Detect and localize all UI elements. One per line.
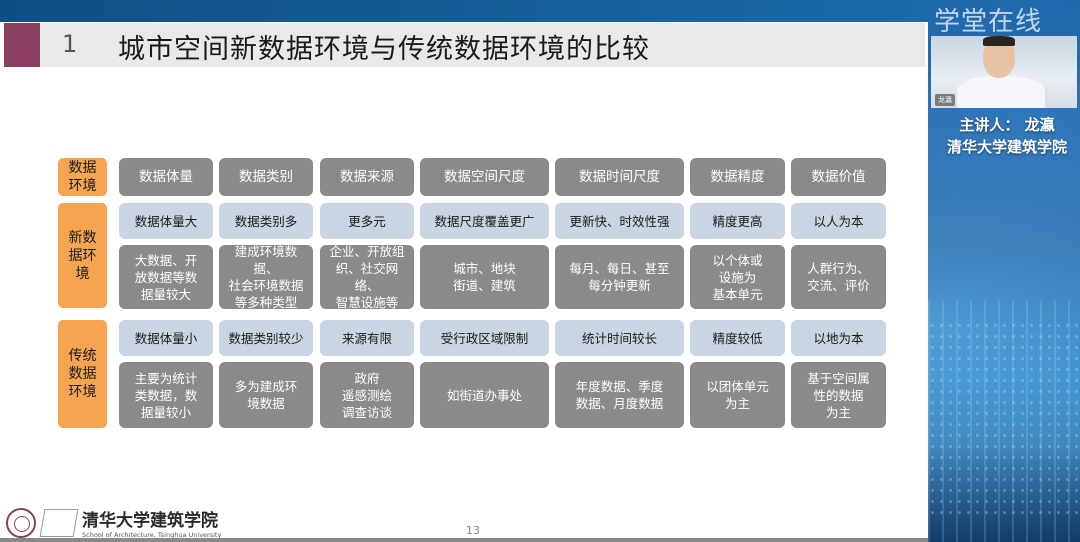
slide: 1 城市空间新数据环境与传统数据环境的比较 清华大学建筑学院 School of… <box>0 0 928 542</box>
row-label-traditional-environment: 传统 数据 环境 <box>58 320 107 428</box>
traditional-detail-cell: 年度数据、季度 数据、月度数据 <box>555 362 684 428</box>
header-cell: 数据类别 <box>219 158 313 196</box>
traditional-detail-cell: 多为建成环 境数据 <box>219 362 313 428</box>
school-name: 清华大学建筑学院 School of Architecture, Tsinghu… <box>82 506 221 539</box>
header-cell: 数据时间尺度 <box>555 158 684 196</box>
header-cell: 数据价值 <box>791 158 886 196</box>
tsinghua-seal-icon <box>6 507 36 538</box>
slide-title: 城市空间新数据环境与传统数据环境的比较 <box>118 34 650 65</box>
header-cell: 数据精度 <box>690 158 785 196</box>
architecture-cube-icon <box>39 508 79 537</box>
speaker-body <box>957 76 1045 108</box>
new-detail-cell: 企业、开放组 织、社交网络、 智慧设施等 <box>320 244 414 310</box>
header-cell: 数据来源 <box>320 158 414 196</box>
webcam-feed: 龙瀛 <box>931 36 1077 108</box>
new-summary-cell: 数据体量大 <box>119 203 213 239</box>
traditional-detail-cell: 基于空间属 性的数据 为主 <box>791 362 886 428</box>
traditional-summary-cell: 数据类别较少 <box>219 320 313 356</box>
traditional-summary-cell: 以地为本 <box>791 320 886 356</box>
logo-text: 学堂在线 <box>934 6 1043 37</box>
lecturer-name: 主讲人： 龙瀛 <box>959 116 1055 134</box>
page-number: 13 <box>466 524 480 537</box>
header-cell: 数据体量 <box>119 158 213 196</box>
city-lights-decoration <box>928 320 1080 520</box>
traditional-summary-cell: 精度较低 <box>690 320 785 356</box>
header-cell: 数据空间尺度 <box>420 158 549 196</box>
lecturer-affiliation: 清华大学建筑学院 <box>946 138 1067 156</box>
traditional-summary-cell: 受行政区域限制 <box>420 320 549 356</box>
traditional-detail-cell: 如街道办事处 <box>420 362 549 428</box>
webcam-name-tag: 龙瀛 <box>935 94 955 106</box>
slide-number: 1 <box>62 30 78 58</box>
traditional-detail-cell: 政府 遥感测绘 调查访谈 <box>320 362 414 428</box>
new-detail-cell: 每月、每日、甚至 每分钟更新 <box>555 245 684 309</box>
traditional-summary-cell: 来源有限 <box>320 320 414 356</box>
new-summary-cell: 精度更高 <box>690 203 785 239</box>
footer-logo: 清华大学建筑学院 School of Architecture, Tsinghu… <box>6 506 221 539</box>
bottom-strip <box>0 538 928 542</box>
new-summary-cell: 更多元 <box>320 203 414 239</box>
school-name-cn: 清华大学建筑学院 <box>82 511 218 531</box>
row-label-data-environment: 数据 环境 <box>58 158 107 196</box>
traditional-summary-cell: 统计时间较长 <box>555 320 684 356</box>
new-detail-cell: 大数据、开 放数据等数 据量较大 <box>119 245 213 309</box>
new-detail-cell: 人群行为、 交流、评价 <box>791 245 886 309</box>
speaker-hair <box>983 36 1015 46</box>
new-detail-cell: 城市、地块 街道、建筑 <box>420 245 549 309</box>
new-detail-cell: 以个体或 设施为 基本单元 <box>690 245 785 309</box>
lecturer-caption: 主讲人： 龙瀛 清华大学建筑学院 <box>934 114 1080 158</box>
traditional-summary-cell: 数据体量小 <box>119 320 213 356</box>
title-accent <box>4 23 40 67</box>
new-summary-cell: 数据尺度覆盖更广 <box>420 203 549 239</box>
new-summary-cell: 以人为本 <box>791 203 886 239</box>
new-detail-cell: 建成环境数据、 社会环境数据 等多种类型 <box>219 244 313 310</box>
new-summary-cell: 数据类别多 <box>219 203 313 239</box>
new-summary-cell: 更新快、时效性强 <box>555 203 684 239</box>
slide-top-strip <box>0 0 928 22</box>
traditional-detail-cell: 主要为统计 类数据，数 据量较小 <box>119 362 213 428</box>
traditional-detail-cell: 以团体单元 为主 <box>690 362 785 428</box>
row-label-new-environment: 新数 据环 境 <box>58 203 107 308</box>
